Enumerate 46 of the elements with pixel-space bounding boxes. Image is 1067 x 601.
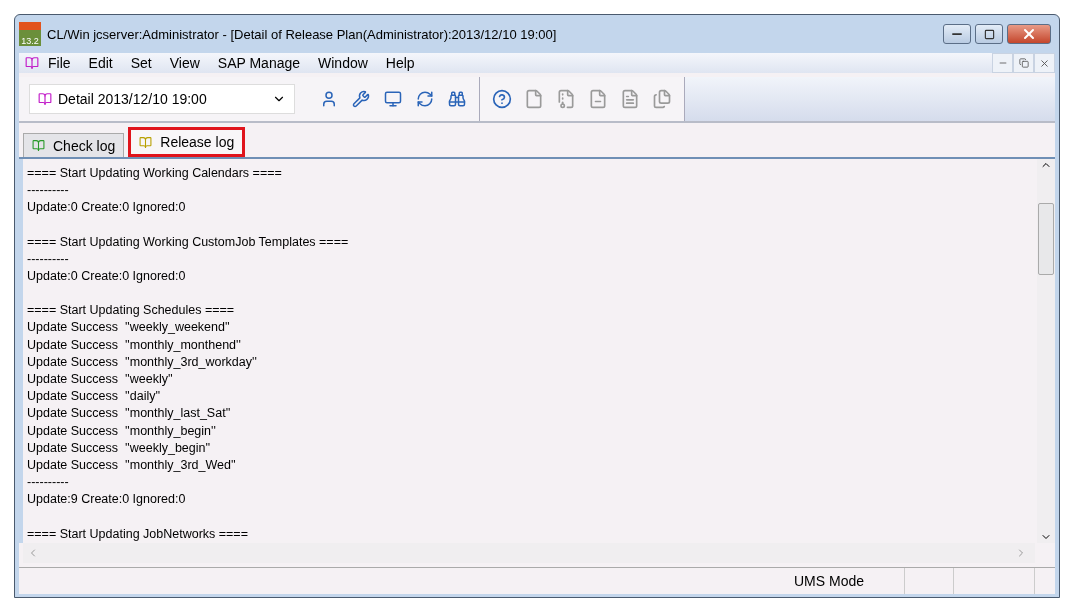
log-line: ==== Start Updating Schedules ==== [27,302,236,320]
log-line: Update Success ''daily'' [27,388,162,406]
tab[interactable]: Release log [128,127,246,157]
maximize-button[interactable] [975,24,1003,44]
vertical-scrollbar[interactable] [1037,159,1055,543]
window-title: CL/Win jcserver:Administrator - [Detail of Release Plan(Administrator):2013/12/10 19:00] [47,26,558,42]
maximize-icon [983,28,995,40]
horizontal-scrollbar[interactable] [23,543,1035,563]
minimize-button[interactable] [943,24,971,44]
book-icon [32,139,45,152]
log-line: Update Success ''weekly'' [27,371,174,389]
scrollbar-thumb[interactable] [1038,203,1054,275]
log-line: ==== Start Updating Working CustomJob Templates ==== [27,233,350,251]
log-line: ==== Start Updating JobNetworks ==== [27,525,249,543]
log-line: ---------- [27,250,70,268]
log-line: Update:9 Create:0 Ignored:0 [27,491,187,509]
help-icon[interactable] [490,87,514,111]
log-line: Update:0 Create:0 Ignored:0 [27,199,187,217]
log-line: ==== Start Updating Working Calendars ==== [27,165,283,182]
menu-item[interactable]: View [160,55,209,71]
log-line: Update Success ''monthly_3rd_Wed'' [27,457,237,475]
menu-item[interactable]: File [39,55,80,71]
menu-item[interactable]: Help [376,55,424,71]
book-icon [139,135,153,149]
log-line: ---------- [27,182,70,200]
close-icon [1039,57,1050,69]
close-button[interactable] [1007,24,1051,44]
log-line: Update:0 Create:0 Ignored:0 [27,268,187,285]
restore-icon [1018,58,1029,68]
menu-item[interactable]: SAP Manage [208,55,310,71]
restore-button[interactable] [1013,53,1034,73]
menu-item[interactable]: Window [309,55,377,71]
log-line: Update Success ''monthly_begin'' [27,422,217,440]
log-line: Update Success ''monthly_monthend'' [27,336,242,354]
log-line: Update Success ''weekly_begin'' [27,439,212,457]
plan-select[interactable]: Detail 2013/12/10 19:00 [29,84,295,114]
tab[interactable]: Check log [23,133,125,157]
close-icon [1021,26,1037,42]
menu-item[interactable]: Set [121,55,161,71]
status-text: UMS Mode [753,568,905,594]
app-logo-icon: 13.2 [19,22,41,46]
log-line: Update Success ''weekly_weekend'' [27,319,231,337]
log-line: ---------- [27,474,70,492]
log-line: Update Success ''monthly_3rd_workday'' [27,353,258,371]
menu-item[interactable]: Edit [79,55,122,71]
log-line: Update Success ''monthly_last_Sat'' [27,405,232,423]
